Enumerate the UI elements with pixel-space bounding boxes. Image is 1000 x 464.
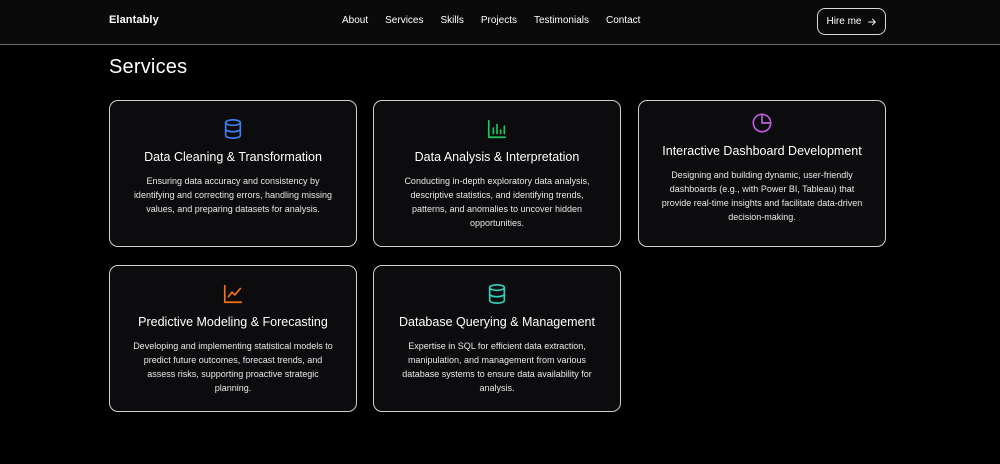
service-description: Designing and building dynamic, user-fri… (661, 170, 863, 222)
database-icon (222, 118, 244, 140)
service-card-data-cleaning: Data Cleaning & Transformation Ensuring … (109, 100, 357, 247)
hire-me-label: Hire me (826, 16, 862, 27)
pie-chart-icon (751, 112, 773, 134)
nav-link-projects[interactable]: Projects (481, 15, 517, 26)
service-description: Developing and implementing statistical … (133, 341, 333, 393)
hire-me-button[interactable]: Hire me (817, 8, 886, 35)
service-card-data-analysis: Data Analysis & Interpretation Conductin… (373, 100, 621, 247)
nav-link-skills[interactable]: Skills (441, 15, 464, 26)
service-title: Data Cleaning & Transformation (144, 150, 322, 164)
service-card-database: Database Querying & Management Expertise… (373, 265, 621, 412)
section-title: Services (109, 56, 188, 78)
service-title: Interactive Dashboard Development (662, 144, 862, 158)
brand-logo[interactable]: Elantably (109, 14, 159, 26)
arrow-right-icon (867, 18, 876, 25)
database-icon (486, 283, 508, 305)
service-description: Conducting in-depth exploratory data ana… (404, 176, 590, 228)
service-card-predictive: Predictive Modeling & Forecasting Develo… (109, 265, 357, 412)
line-chart-icon (222, 283, 244, 305)
bar-chart-icon (486, 118, 508, 140)
nav-link-services[interactable]: Services (385, 15, 423, 26)
nav-link-testimonials[interactable]: Testimonials (534, 15, 589, 26)
service-card-dashboard: Interactive Dashboard Development Design… (638, 100, 886, 247)
navbar: Elantably About Services Skills Projects… (0, 0, 1000, 45)
service-title: Predictive Modeling & Forecasting (138, 315, 328, 329)
service-description: Ensuring data accuracy and consistency b… (133, 176, 333, 214)
service-title: Data Analysis & Interpretation (414, 150, 580, 164)
nav-links: About Services Skills Projects Testimoni… (342, 15, 640, 26)
service-description: Expertise in SQL for efficient data extr… (402, 341, 592, 393)
nav-link-about[interactable]: About (342, 15, 368, 26)
service-title: Database Querying & Management (399, 315, 595, 329)
nav-link-contact[interactable]: Contact (606, 15, 640, 26)
